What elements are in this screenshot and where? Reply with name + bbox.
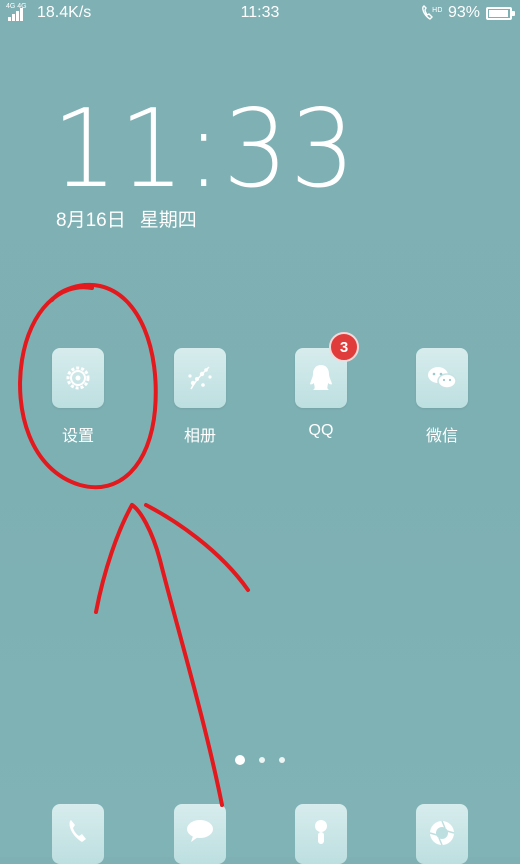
app-gallery[interactable]: 相册 (174, 348, 226, 445)
app-label-settings: 设置 (61, 428, 94, 445)
gallery-app-icon[interactable] (174, 348, 226, 408)
wechat-icon (428, 367, 457, 389)
dock-contacts[interactable] (295, 804, 347, 864)
page-dot-1[interactable] (235, 755, 245, 765)
dock-camera[interactable] (416, 804, 468, 864)
dock-phone[interactable] (52, 804, 104, 864)
weekday-text: 星期四 (139, 210, 197, 231)
page-dot-2[interactable] (259, 757, 265, 763)
app-wechat[interactable]: 微信 (416, 348, 468, 445)
annotation-arrow-head-left (94, 503, 134, 614)
contacts-icon (315, 820, 327, 844)
app-qq[interactable]: 3 QQ (295, 332, 359, 439)
status-bar: 4G 4G 18.4K/s 11:33 HD 93% (0, 0, 520, 28)
app-label-qq: QQ (308, 422, 334, 439)
qq-app-icon[interactable]: 3 (295, 332, 359, 408)
annotation-arrow-head-right (144, 503, 250, 592)
status-right: HD 93% (420, 4, 515, 22)
page-indicator (0, 755, 520, 765)
wechat-app-icon[interactable] (416, 348, 468, 408)
gear-icon (66, 366, 90, 390)
message-icon (187, 820, 213, 842)
page-dot-3[interactable] (279, 757, 285, 763)
flower-icon (188, 366, 212, 390)
camera-icon (429, 820, 455, 846)
date-line: 8月16日 星期四 (56, 205, 197, 232)
settings-app-icon[interactable] (52, 348, 104, 408)
hd-call-icon: HD (422, 5, 442, 20)
qq-notification-badge: 3 (329, 332, 359, 362)
battery-icon (486, 6, 515, 20)
app-label-wechat: 微信 (425, 428, 458, 445)
date-text: 8月16日 (56, 210, 126, 231)
app-settings[interactable]: 设置 (52, 348, 104, 445)
app-label-gallery: 相册 (183, 428, 216, 445)
battery-percent: 93% (447, 4, 480, 21)
lockscreen-clock: 11:33 (52, 87, 358, 212)
hd-label: HD (432, 6, 442, 14)
phone-icon (69, 820, 86, 842)
dock-messages[interactable] (174, 804, 226, 864)
penguin-icon (310, 365, 332, 390)
